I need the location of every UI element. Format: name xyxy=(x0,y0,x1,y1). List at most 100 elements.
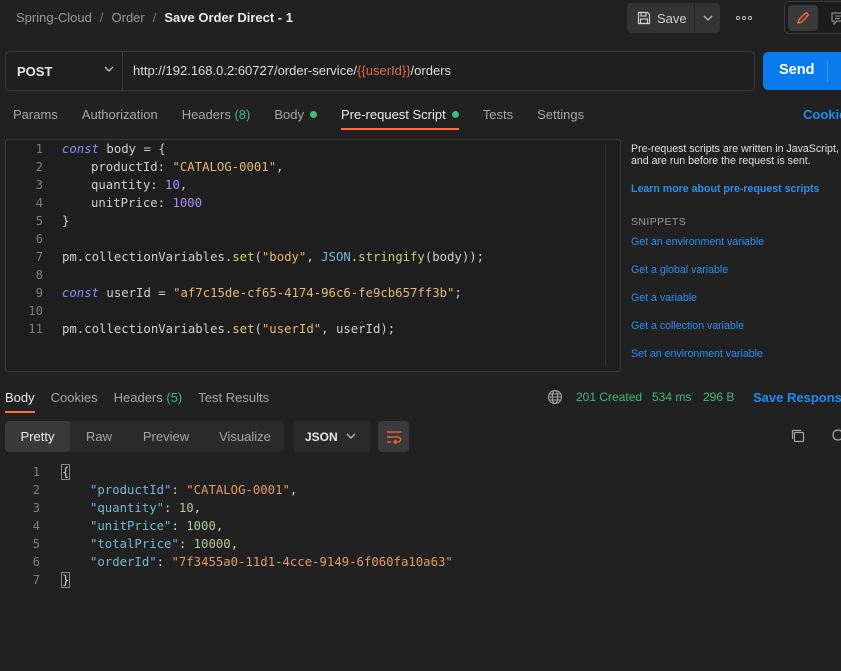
view-preview[interactable]: Preview xyxy=(133,421,199,452)
json-sep: , xyxy=(215,519,224,533)
status-code[interactable]: 201 Created xyxy=(576,390,642,404)
code-text: : xyxy=(157,196,173,210)
more-options-button[interactable] xyxy=(728,3,760,33)
tab-authorization[interactable]: Authorization xyxy=(82,107,158,130)
tab-label: Pre-request Script xyxy=(340,107,446,122)
method-label: POST xyxy=(17,63,53,79)
tab-test-results[interactable]: Test Results xyxy=(198,390,269,413)
json-key: "productId" xyxy=(90,483,172,497)
wrap-icon xyxy=(386,430,402,444)
view-visualize[interactable]: Visualize xyxy=(209,421,281,452)
tab-label: Cookies xyxy=(50,390,98,405)
code-object: JSON xyxy=(321,250,351,264)
line-number: 5 xyxy=(35,214,43,228)
mode-switch xyxy=(784,1,841,34)
save-response-button[interactable]: Save Response xyxy=(753,390,841,405)
comment-icon xyxy=(830,11,841,25)
code-string: "af7c15de-cf65-4174-96c6-fe9cb657ff3b" xyxy=(173,286,455,300)
json-sep: : xyxy=(164,501,179,515)
more-horizontal-icon xyxy=(736,16,752,20)
code-line: unitPrice: 1000 xyxy=(91,194,202,212)
code-keyword: const xyxy=(62,142,100,156)
breadcrumb-folder[interactable]: Order xyxy=(112,10,145,25)
code-string: "CATALOG-0001" xyxy=(172,160,277,174)
response-size[interactable]: 296 B xyxy=(703,390,734,404)
json-value: 10000 xyxy=(193,537,231,551)
snippet-get-collection-variable[interactable]: Get a collection variable xyxy=(631,320,744,332)
tab-settings[interactable]: Settings xyxy=(537,107,584,130)
tab-params[interactable]: Params xyxy=(13,107,58,130)
tab-label: Tests xyxy=(482,107,514,122)
code-line: quantity: 10, xyxy=(91,176,187,194)
code-function: set xyxy=(232,250,255,264)
chevron-down-icon xyxy=(346,433,356,439)
url-variable[interactable]: {{userId}} xyxy=(357,63,411,78)
json-brace: { xyxy=(60,464,71,480)
save-button[interactable]: Save xyxy=(627,3,695,33)
edit-mode-button[interactable] xyxy=(788,5,818,31)
copy-icon[interactable] xyxy=(790,428,806,444)
snippet-set-environment-variable[interactable]: Set an environment variable xyxy=(631,348,763,360)
save-options-button[interactable] xyxy=(696,3,720,33)
tab-response-body[interactable]: Body xyxy=(5,390,35,413)
editor-scrollbar[interactable] xyxy=(605,144,612,366)
comments-button[interactable] xyxy=(823,5,841,31)
status-dot xyxy=(451,111,459,118)
json-key: "quantity" xyxy=(90,501,165,515)
request-url-bar: POST http://192.168.0.2:60727/order-serv… xyxy=(5,51,755,91)
snippet-get-variable[interactable]: Get a variable xyxy=(631,292,697,304)
globe-icon[interactable] xyxy=(547,389,563,405)
format-select[interactable]: JSON xyxy=(294,421,370,452)
method-select[interactable]: POST xyxy=(6,52,123,90)
code-text: userId = xyxy=(99,286,174,300)
response-time[interactable]: 534 ms xyxy=(652,390,691,404)
json-line: "totalPrice": 10000, xyxy=(90,535,238,553)
view-pretty[interactable]: Pretty xyxy=(5,421,70,452)
learn-more-link[interactable]: Learn more about pre-request scripts xyxy=(631,183,819,195)
search-icon[interactable] xyxy=(831,428,841,444)
json-sep: , xyxy=(289,483,298,497)
response-tabs: Body Cookies Headers (5) Test Results xyxy=(5,390,285,413)
send-button[interactable]: Send xyxy=(763,52,841,90)
wrap-lines-button[interactable] xyxy=(378,421,409,452)
format-label: JSON xyxy=(305,430,338,444)
line-number: 7 xyxy=(35,250,43,264)
code-string: "userId" xyxy=(261,322,322,336)
tab-headers[interactable]: Headers (8) xyxy=(182,107,251,130)
script-editor[interactable]: 1 2 3 4 5 6 7 8 9 10 11 const body = { p… xyxy=(5,139,621,372)
send-divider xyxy=(827,60,828,82)
tab-pre-request-script[interactable]: Pre-request Script xyxy=(340,107,459,130)
cookies-link[interactable]: Cookies xyxy=(803,107,841,122)
code-text: pm.collectionVariables. xyxy=(62,250,233,264)
view-raw[interactable]: Raw xyxy=(75,421,123,452)
code-text: productId xyxy=(91,160,158,174)
json-value: "CATALOG-0001" xyxy=(186,483,290,497)
code-text: (body)); xyxy=(424,250,485,264)
pre-request-description: Pre-request scripts are written in JavaS… xyxy=(631,143,839,167)
chevron-down-icon xyxy=(104,66,114,72)
request-name[interactable]: Save Order Direct - 1 xyxy=(164,10,293,25)
tab-label: Authorization xyxy=(81,107,158,122)
code-text: , xyxy=(179,178,188,192)
code-text: body = { xyxy=(99,142,166,156)
json-sep: : xyxy=(178,537,194,551)
view-mode-tabs: Pretty Raw Preview Visualize xyxy=(5,421,284,452)
breadcrumb-collection[interactable]: Spring-Cloud xyxy=(16,10,92,25)
tab-tests[interactable]: Tests xyxy=(483,107,513,130)
code-text: : xyxy=(157,160,173,174)
tab-response-headers[interactable]: Headers (5) xyxy=(114,390,183,413)
tab-response-cookies[interactable]: Cookies xyxy=(51,390,98,413)
response-body[interactable]: 1 2 3 4 5 6 7 { "productId": "CATALOG-00… xyxy=(0,463,841,663)
tab-body[interactable]: Body xyxy=(274,107,317,130)
snippet-get-global-variable[interactable]: Get a global variable xyxy=(631,264,728,276)
url-input[interactable]: http://192.168.0.2:60727/order-service/{… xyxy=(133,52,451,90)
json-line: "orderId": "7f3455a0-11d1-4cce-9149-6f06… xyxy=(90,553,453,571)
line-number: 7 xyxy=(32,573,40,587)
snippet-get-environment-variable[interactable]: Get an environment variable xyxy=(631,236,764,248)
line-number: 9 xyxy=(35,286,43,300)
save-icon xyxy=(637,11,657,25)
line-number: 6 xyxy=(32,555,40,569)
json-sep: , xyxy=(230,537,239,551)
code-string: "body" xyxy=(261,250,307,264)
save-group: Save xyxy=(627,3,720,33)
